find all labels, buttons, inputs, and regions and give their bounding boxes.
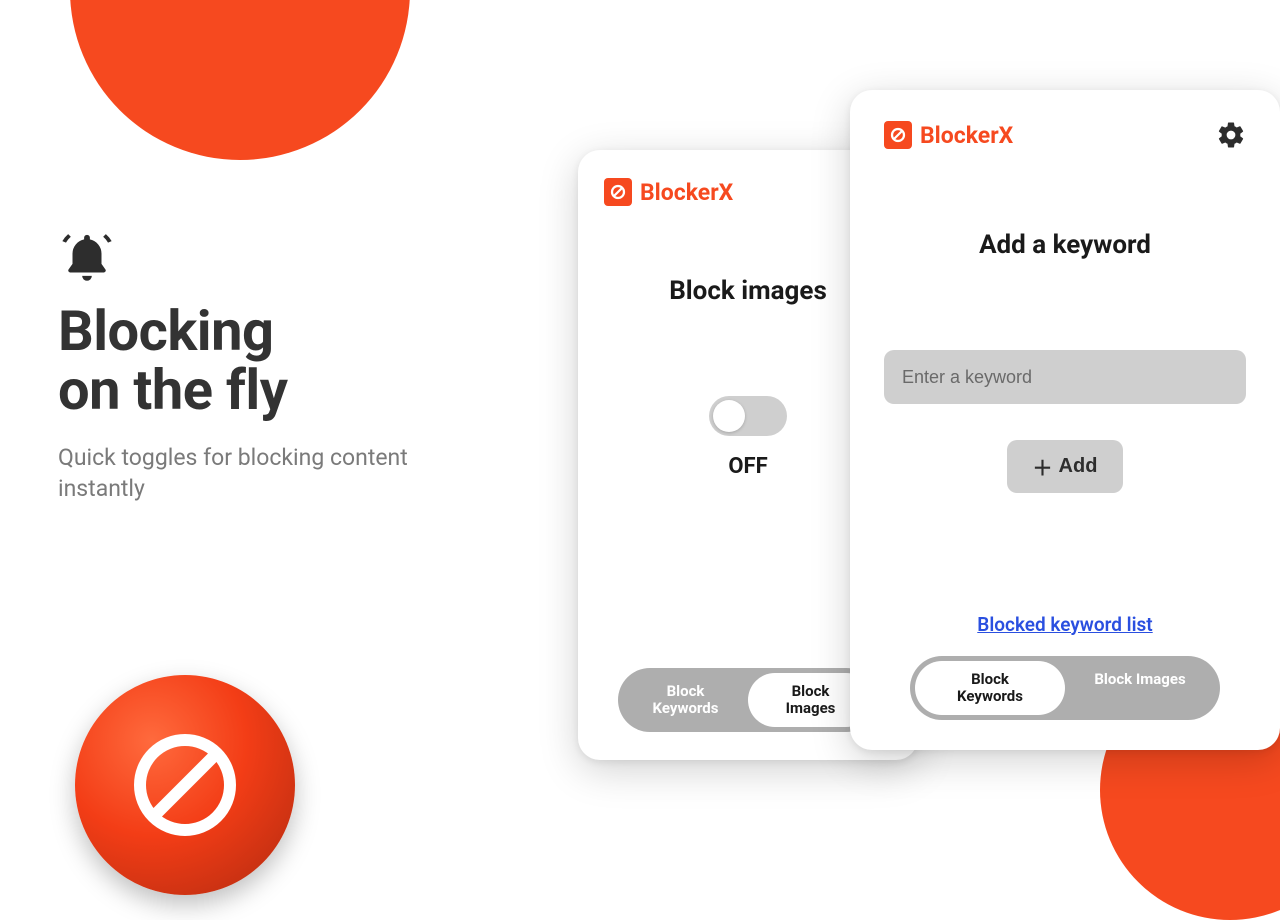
block-images-toggle[interactable] xyxy=(709,396,787,436)
add-button[interactable]: ＋ Add xyxy=(1007,440,1124,493)
plus-icon: ＋ xyxy=(1033,452,1053,481)
prohibition-icon xyxy=(125,725,245,845)
tab-block-keywords[interactable]: Block Keywords xyxy=(623,673,748,728)
settings-gear-icon[interactable] xyxy=(1216,120,1246,150)
tab-block-keywords[interactable]: Block Keywords xyxy=(915,661,1065,716)
popup-add-keyword: BlockerX Add a keyword ＋ Add Blocked key… xyxy=(850,90,1280,750)
hero-title-line2: on the fly xyxy=(58,357,287,423)
card-header: BlockerX xyxy=(604,178,892,206)
hero-title: Blocking on the fly xyxy=(58,302,488,420)
block-images-title: Block images xyxy=(669,276,827,306)
card-header: BlockerX xyxy=(884,120,1246,150)
prohibition-sphere xyxy=(75,675,295,895)
toggle-state-label: OFF xyxy=(728,454,767,479)
blocked-keyword-list-link[interactable]: Blocked keyword list xyxy=(977,613,1152,636)
keyword-input[interactable] xyxy=(884,350,1246,404)
app-brand: BlockerX xyxy=(920,122,1013,149)
bell-icon xyxy=(58,230,116,288)
tab-block-images[interactable]: Block Images xyxy=(1065,661,1215,716)
hero-title-line1: Blocking xyxy=(58,298,273,364)
app-logo-icon xyxy=(604,178,632,206)
tab-segmented-control: Block Keywords Block Images xyxy=(618,668,878,733)
add-keyword-title: Add a keyword xyxy=(979,230,1151,260)
tab-segmented-control: Block Keywords Block Images xyxy=(910,656,1220,721)
hero-section: Blocking on the fly Quick toggles for bl… xyxy=(58,230,488,504)
orange-blob-top xyxy=(70,0,410,160)
app-logo-icon xyxy=(884,121,912,149)
hero-subtitle: Quick toggles for blocking content insta… xyxy=(58,442,488,504)
toggle-knob xyxy=(713,400,745,432)
add-button-label: Add xyxy=(1059,455,1098,478)
app-brand: BlockerX xyxy=(640,179,733,206)
